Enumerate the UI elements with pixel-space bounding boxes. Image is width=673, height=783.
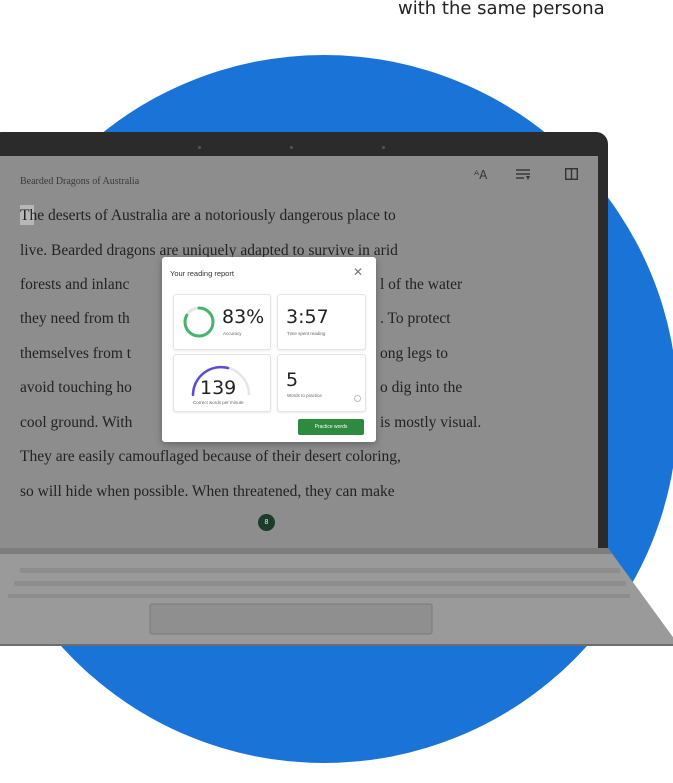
text-size-icon[interactable]: ᴬA (474, 168, 487, 182)
line-focus-icon[interactable] (516, 168, 530, 184)
camera-dot-icon (290, 146, 293, 149)
caption-text: with the same persona (398, 0, 605, 19)
reading-line-fragment: o dig into the (380, 379, 463, 396)
reading-report-dialog: Your reading report ✕ 83% Accuracy 3:57 … (162, 257, 376, 442)
wpm-card: 139 Correct words per minute (173, 354, 271, 412)
time-card: 3:57 Time spent reading (277, 294, 366, 350)
page-indicator[interactable]: 8 (258, 514, 275, 531)
wpm-label: Correct words per minute (193, 400, 244, 405)
time-label: Time spent reading (287, 331, 326, 336)
time-value: 3:57 (286, 306, 329, 328)
words-card: 5 Words to practice (277, 354, 366, 412)
accuracy-ring-icon (183, 306, 215, 338)
reader-view-icon[interactable] (564, 167, 579, 184)
info-icon[interactable] (354, 395, 361, 402)
reading-line-fragment: ong legs to (380, 345, 449, 362)
words-value: 5 (286, 369, 299, 391)
wpm-value: 139 (200, 377, 237, 399)
reading-line: they need from th (20, 310, 130, 327)
dialog-title: Your reading report (170, 269, 234, 278)
reading-line: The deserts of Australia are a notorious… (20, 207, 396, 224)
document-title: Bearded Dragons of Australia (20, 176, 140, 187)
reading-line: cool ground. With (20, 414, 133, 431)
camera-dot-icon (198, 146, 201, 149)
reading-line-fragment: l of the water (380, 276, 463, 293)
laptop-keyboard-base (0, 548, 673, 646)
reading-line-fragment: is mostly visual. (380, 414, 482, 431)
reading-line: forests and inlanc (20, 276, 130, 293)
reading-line-fragment: . To protect (380, 310, 451, 327)
practice-words-button[interactable]: Practice words (298, 419, 364, 435)
accuracy-value: 83% (222, 306, 265, 328)
reading-line: They are easily camouflaged because of t… (20, 448, 401, 465)
reading-line: themselves from t (20, 345, 132, 362)
close-icon[interactable]: ✕ (353, 265, 363, 279)
accuracy-label: Accuracy (223, 331, 242, 336)
reader-screen: Bearded Dragons of Australia ᴬA The dese… (0, 156, 598, 548)
reading-line: avoid touching ho (20, 379, 132, 396)
reading-line: so will hide when possible. When threate… (20, 483, 395, 500)
words-label: Words to practice (287, 393, 322, 398)
camera-dot-icon (382, 146, 385, 149)
accuracy-card: 83% Accuracy (173, 294, 271, 350)
